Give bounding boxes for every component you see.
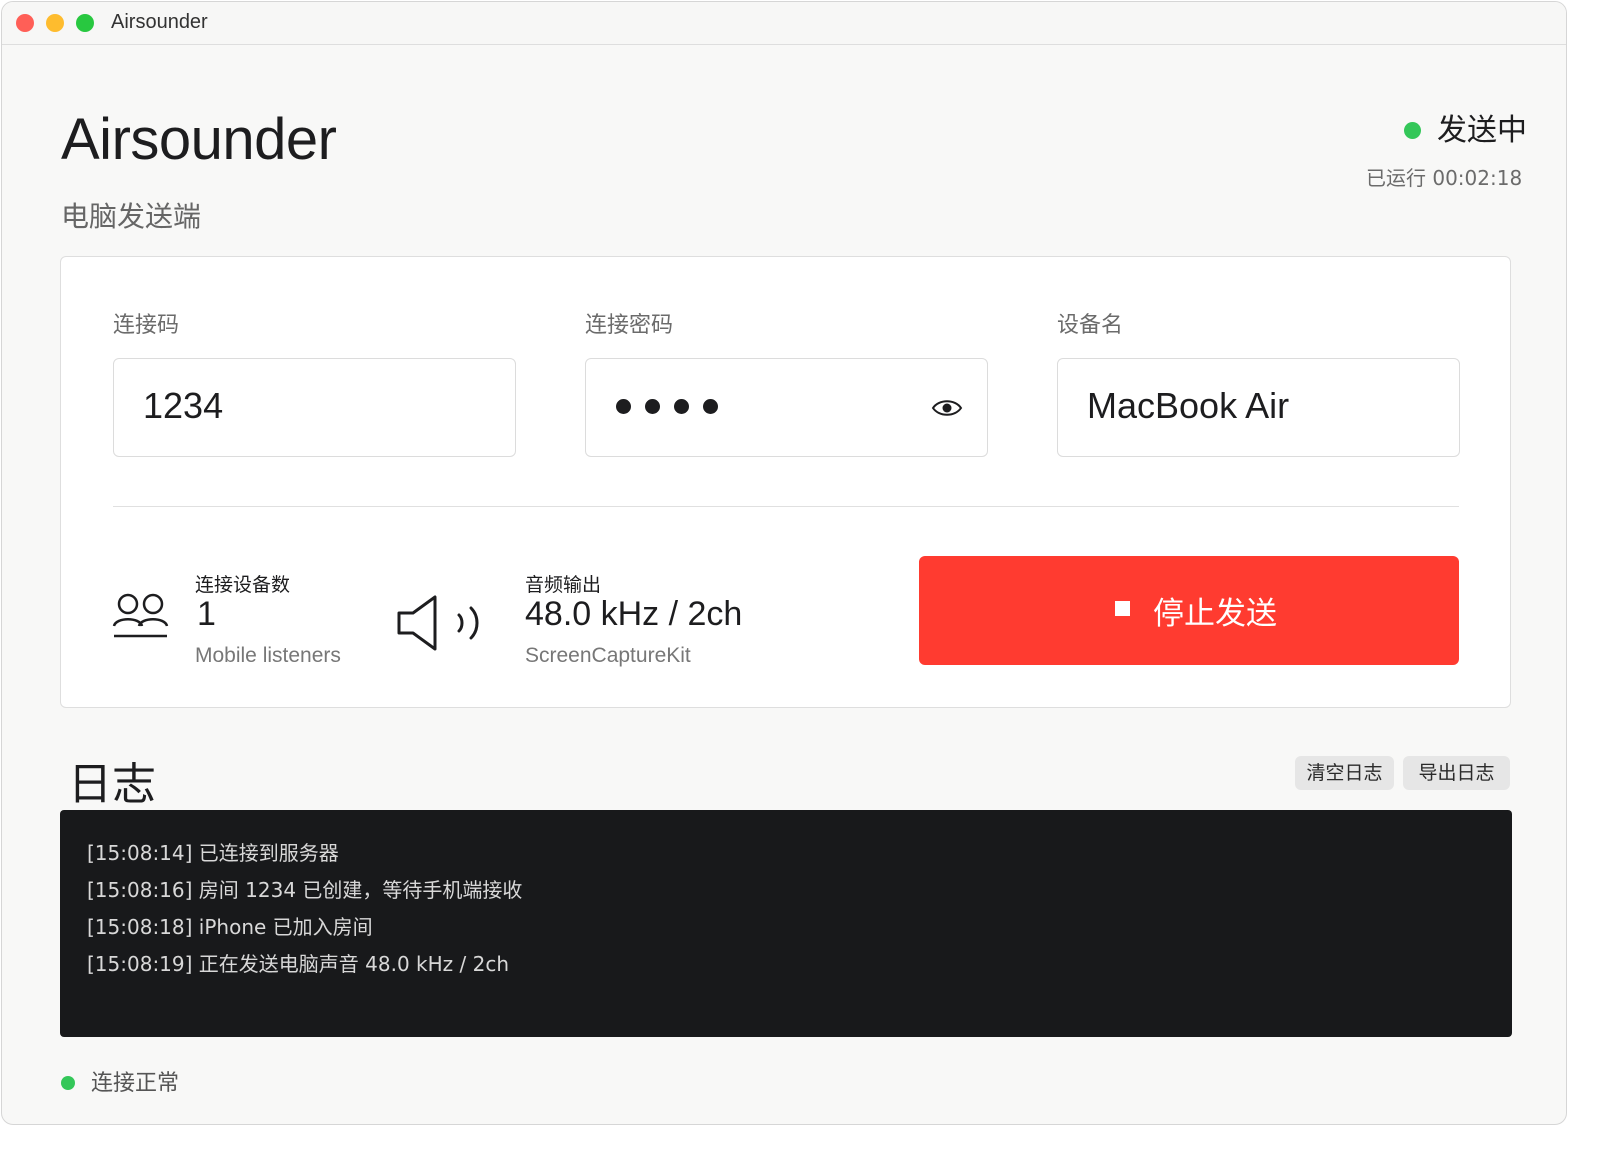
users-icon	[111, 591, 171, 643]
audio-output-value: 48.0 kHz / 2ch	[525, 595, 743, 633]
log-line: [15:08:14] 已连接到服务器	[87, 841, 339, 865]
stop-sending-label: 停止发送	[1153, 596, 1277, 632]
export-log-button[interactable]: 导出日志	[1403, 756, 1510, 790]
log-output-panel[interactable]: [15:08:14] 已连接到服务器 [15:08:16] 房间 1234 已创…	[60, 810, 1512, 1037]
devices-count-value: 1	[197, 595, 216, 633]
device-name-label: 设备名	[1057, 313, 1124, 338]
close-window-button[interactable]	[16, 14, 34, 32]
show-password-eye-icon[interactable]	[931, 393, 963, 423]
log-line: [15:08:19] 正在发送电脑声音 48.0 kHz / 2ch	[87, 952, 510, 976]
device-name-field[interactable]: MacBook Air	[1057, 358, 1460, 457]
app-subtitle: 电脑发送端	[61, 200, 202, 233]
app-name: Airsounder	[61, 107, 337, 172]
status-text: 发送中	[1437, 113, 1527, 148]
password-dot	[674, 399, 689, 414]
log-title: 日志	[68, 759, 156, 810]
log-line: [15:08:16] 房间 1234 已创建，等待手机端接收	[87, 878, 523, 902]
title-bar: Airsounder	[2, 2, 1566, 45]
zoom-window-button[interactable]	[76, 14, 94, 32]
password-mask	[616, 399, 718, 414]
audio-output-title: 音频输出	[525, 574, 602, 596]
stop-sending-button[interactable]: 停止发送	[919, 556, 1459, 665]
clear-log-button[interactable]: 清空日志	[1295, 756, 1394, 790]
password-dot	[645, 399, 660, 414]
connection-code-field[interactable]: 1234	[113, 358, 516, 457]
connection-status-dot	[61, 1076, 75, 1090]
connection-password-label: 连接密码	[585, 313, 674, 338]
window-title: Airsounder	[111, 11, 208, 33]
uptime-text: 已运行 00:02:18	[1366, 166, 1523, 190]
log-line: [15:08:18] iPhone 已加入房间	[87, 915, 373, 939]
devices-count-title: 连接设备数	[195, 574, 291, 596]
minimize-window-button[interactable]	[46, 14, 64, 32]
settings-card: 连接码 1234 连接密码 设备名 MacBook Air 连接设备数 1 Mo…	[60, 256, 1511, 708]
connection-status-text: 连接正常	[91, 1071, 180, 1096]
connection-code-label: 连接码	[113, 313, 180, 338]
device-name-value: MacBook Air	[1087, 385, 1290, 426]
connection-password-field[interactable]	[585, 358, 988, 457]
devices-count-subtitle: Mobile listeners	[195, 644, 341, 667]
card-divider	[113, 506, 1459, 507]
password-dot	[616, 399, 631, 414]
stop-icon	[1115, 601, 1130, 616]
speaker-icon	[395, 591, 487, 659]
connection-code-value: 1234	[143, 385, 224, 426]
status-indicator-dot	[1404, 122, 1421, 139]
password-dot	[703, 399, 718, 414]
audio-output-subtitle: ScreenCaptureKit	[525, 644, 691, 667]
app-window: Airsounder Airsounder 电脑发送端 发送中 已运行 00:0…	[1, 1, 1567, 1125]
